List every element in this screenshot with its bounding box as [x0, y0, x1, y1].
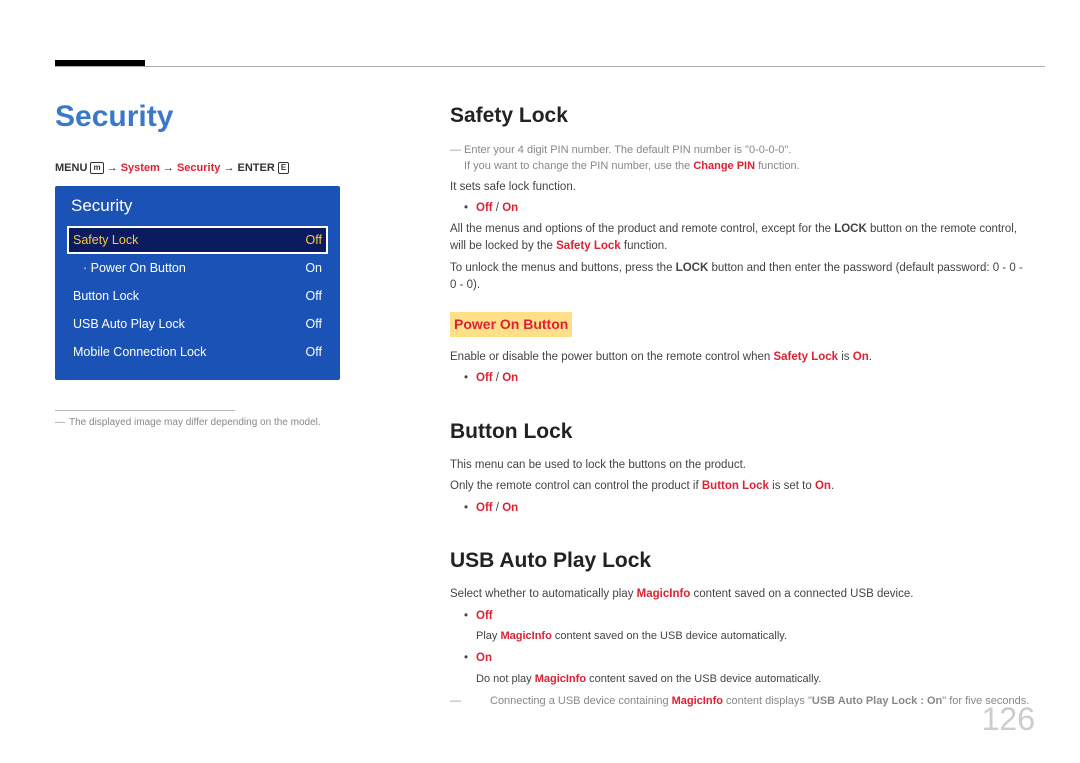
separator: /: [493, 502, 503, 514]
osd-item-label: Mobile Connection Lock: [73, 345, 206, 359]
osd-item-power-on-button[interactable]: Power On Button On: [67, 254, 328, 282]
note-text: Enter your 4 digit PIN number. The defau…: [464, 144, 791, 156]
breadcrumb: MENU m → System → Security → ENTER E: [55, 162, 345, 174]
text: Enable or disable the power button on th…: [450, 351, 773, 363]
osd-item-label: Safety Lock: [73, 233, 138, 247]
button-lock-label: Button Lock: [702, 480, 769, 492]
text: All the menus and options of the product…: [450, 223, 834, 235]
text: is: [838, 351, 853, 363]
header-rule: [55, 66, 1045, 67]
bullet-off-on: Off / On: [450, 200, 1030, 217]
osd-item-value: Off: [306, 289, 322, 303]
osd-item-label: USB Auto Play Lock: [73, 317, 185, 331]
osd-item-value: Off: [306, 317, 322, 331]
text: Do not play: [476, 673, 535, 685]
osd-title: Security: [67, 196, 328, 216]
option-on: On: [502, 502, 518, 514]
separator: /: [493, 372, 503, 384]
para-button-lock-2: Only the remote control can control the …: [450, 478, 1030, 495]
osd-item-button-lock[interactable]: Button Lock Off: [67, 282, 328, 310]
breadcrumb-arrow: →: [223, 162, 237, 174]
page-number: 126: [982, 701, 1035, 738]
lock-label: LOCK: [834, 223, 867, 235]
menu-icon: m: [90, 162, 103, 174]
text: Select whether to automatically play: [450, 588, 637, 600]
text: .: [831, 480, 834, 492]
text: content saved on a connected USB device.: [690, 588, 913, 600]
left-column: Security MENU m → System → Security → EN…: [55, 100, 345, 428]
caption-note: The displayed image may differ depending…: [55, 417, 345, 428]
option-off: Off: [476, 372, 493, 384]
para-safe-lock: It sets safe lock function.: [450, 179, 1030, 196]
para-usb: Select whether to automatically play Mag…: [450, 586, 1030, 603]
text: .: [869, 351, 872, 363]
para-unlock-desc: To unlock the menus and buttons, press t…: [450, 260, 1030, 295]
heading-power-on-button: Power On Button: [450, 312, 572, 337]
magicinfo-label: MagicInfo: [672, 695, 723, 707]
usb-lock-on-label: USB Auto Play Lock : On: [812, 695, 942, 707]
heading-safety-lock: Safety Lock: [450, 100, 1030, 132]
bullet-on: On: [450, 650, 1030, 667]
text: Play: [476, 630, 500, 642]
safety-lock-label: Safety Lock: [773, 351, 838, 363]
safety-lock-label: Safety Lock: [556, 240, 621, 252]
option-off: Off: [476, 202, 493, 214]
para-power-on: Enable or disable the power button on th…: [450, 349, 1030, 366]
right-column: Safety Lock Enter your 4 digit PIN numbe…: [450, 100, 1030, 713]
osd-item-value: Off: [306, 233, 322, 247]
breadcrumb-arrow: →: [107, 162, 121, 174]
magicinfo-label: MagicInfo: [500, 630, 551, 642]
breadcrumb-menu: MENU: [55, 162, 87, 174]
page-title: Security: [55, 100, 345, 134]
osd-item-mobile-connection-lock[interactable]: Mobile Connection Lock Off: [67, 338, 328, 366]
breadcrumb-system: System: [121, 162, 160, 174]
option-on: On: [502, 202, 518, 214]
note-text: If you want to change the PIN number, us…: [464, 160, 693, 172]
on-label: On: [815, 480, 831, 492]
caption-divider: [55, 410, 235, 411]
osd-item-usb-auto-play-lock[interactable]: USB Auto Play Lock Off: [67, 310, 328, 338]
heading-button-lock: Button Lock: [450, 416, 1030, 448]
separator: /: [493, 202, 503, 214]
change-pin-label: Change PIN: [693, 160, 755, 172]
note-text: function.: [755, 160, 800, 172]
osd-menu: Security Safety Lock Off Power On Button…: [55, 186, 340, 380]
osd-item-safety-lock[interactable]: Safety Lock Off: [67, 226, 328, 254]
bullet-off: Off: [450, 608, 1030, 625]
magicinfo-label: MagicInfo: [535, 673, 586, 685]
enter-icon: E: [278, 162, 289, 174]
desc-off: Play MagicInfo content saved on the USB …: [450, 628, 1030, 645]
osd-item-label: Button Lock: [73, 289, 139, 303]
osd-item-label: Power On Button: [83, 261, 186, 275]
on-label: On: [853, 351, 869, 363]
text: content displays ": [723, 695, 812, 707]
osd-item-value: On: [305, 261, 322, 275]
option-off: Off: [476, 610, 493, 622]
breadcrumb-enter: ENTER: [238, 162, 275, 174]
note-usb-connect: Connecting a USB device containing Magic…: [450, 693, 1030, 710]
option-on: On: [502, 372, 518, 384]
text: To unlock the menus and buttons, press t…: [450, 262, 676, 274]
para-button-lock-1: This menu can be used to lock the button…: [450, 457, 1030, 474]
breadcrumb-arrow: →: [163, 162, 177, 174]
text: is set to: [769, 480, 815, 492]
text: Connecting a USB device containing: [490, 695, 672, 707]
heading-usb-auto-play-lock: USB Auto Play Lock: [450, 545, 1030, 577]
text: function.: [621, 240, 668, 252]
bullet-off-on: Off / On: [450, 370, 1030, 387]
option-off: Off: [476, 502, 493, 514]
note-pin: Enter your 4 digit PIN number. The defau…: [450, 142, 1030, 175]
text: content saved on the USB device automati…: [586, 673, 821, 685]
desc-on: Do not play MagicInfo content saved on t…: [450, 671, 1030, 688]
para-lock-desc: All the menus and options of the product…: [450, 221, 1030, 256]
option-on: On: [476, 652, 492, 664]
text: content saved on the USB device automati…: [552, 630, 787, 642]
lock-label: LOCK: [676, 262, 709, 274]
magicinfo-label: MagicInfo: [637, 588, 691, 600]
breadcrumb-security: Security: [177, 162, 220, 174]
text: Only the remote control can control the …: [450, 480, 702, 492]
bullet-off-on: Off / On: [450, 500, 1030, 517]
osd-item-value: Off: [306, 345, 322, 359]
